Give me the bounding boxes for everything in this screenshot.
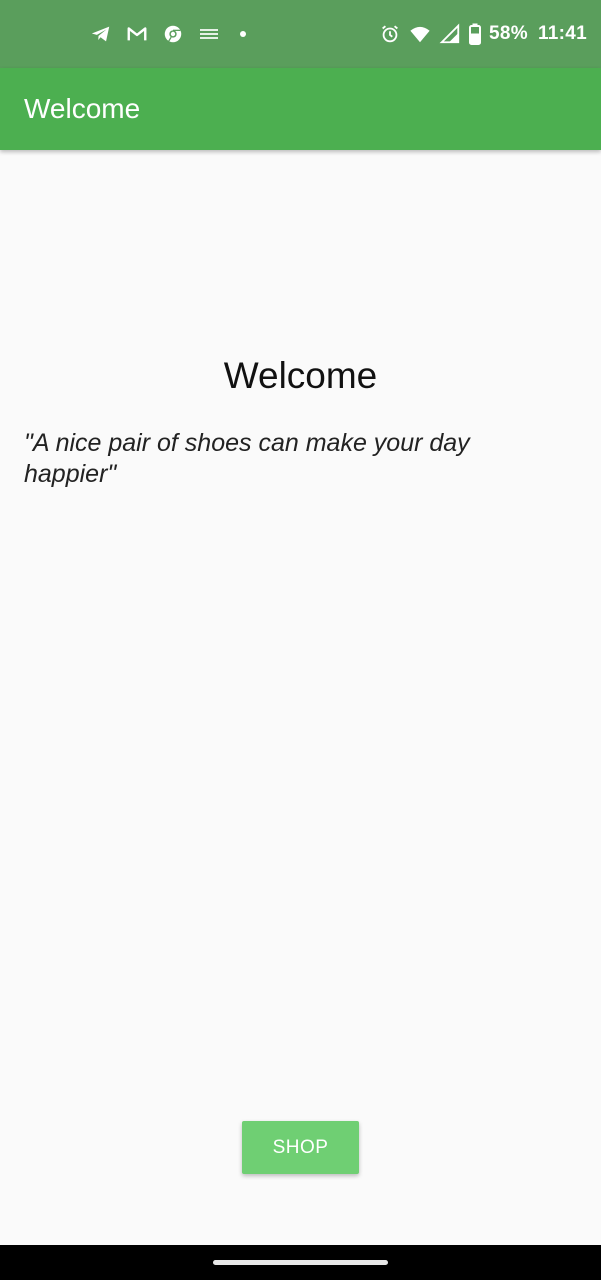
status-bar: 58% 11:41	[0, 0, 601, 68]
app-bar: Welcome	[0, 68, 601, 150]
chrome-icon	[162, 23, 184, 45]
battery-icon	[469, 23, 482, 45]
navigation-bar	[0, 1245, 601, 1280]
alarm-icon	[379, 23, 401, 45]
system-status: 58% 11:41	[379, 22, 587, 46]
shop-button[interactable]: SHOP	[242, 1121, 359, 1174]
welcome-content: Welcome "A nice pair of shoes can make y…	[0, 150, 601, 1245]
app-bar-title: Welcome	[24, 93, 141, 124]
home-gesture-handle[interactable]	[213, 1260, 388, 1265]
app-logo-icon	[198, 23, 220, 45]
more-notifications-dot	[240, 31, 246, 37]
battery-percent: 58%	[489, 23, 528, 44]
welcome-heading: Welcome	[223, 355, 378, 396]
telegram-icon	[90, 23, 112, 45]
notification-icons	[90, 22, 246, 46]
wifi-icon	[409, 23, 431, 45]
clock: 11:41	[537, 23, 587, 44]
quote-text: "A nice pair of shoes can make your day …	[24, 429, 470, 488]
gmail-icon	[126, 23, 148, 45]
signal-icon	[439, 23, 461, 45]
